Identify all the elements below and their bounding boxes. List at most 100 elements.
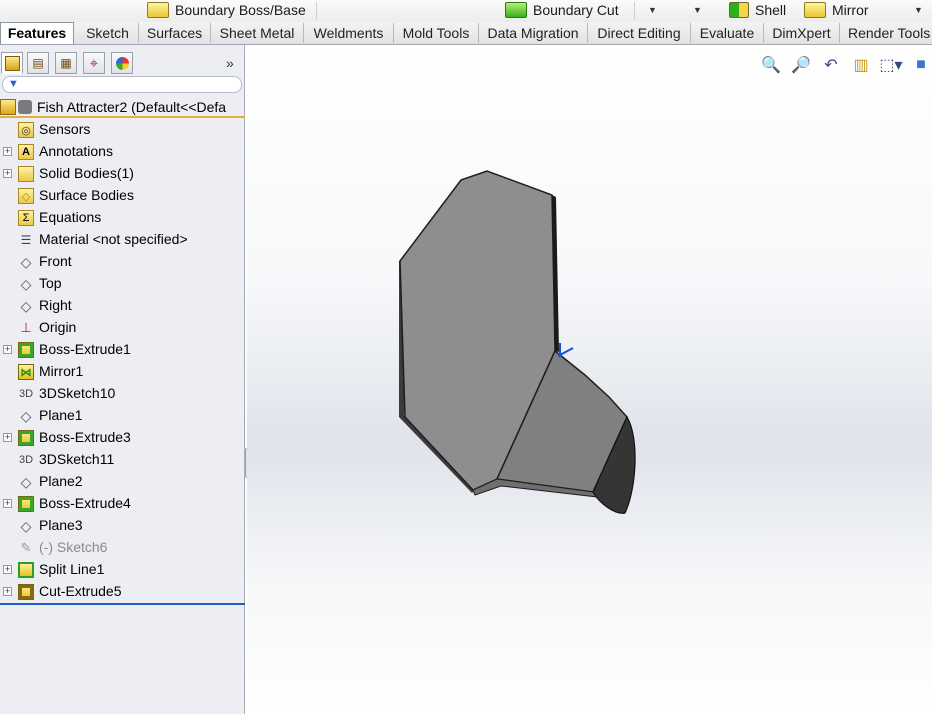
graphics-area[interactable]: 🔍 🔎 ↶ ▥ ⬚▾ ■: [247, 45, 932, 714]
tree-item-equations[interactable]: Σ Equations: [0, 207, 245, 229]
plane-icon: ◇: [20, 297, 32, 314]
tree-item-label: Boss-Extrude3: [39, 429, 131, 445]
tree-item-label: Top: [39, 275, 62, 291]
expand-icon[interactable]: +: [3, 147, 12, 156]
display-manager-icon: [115, 56, 129, 70]
tree-item-boss-extrude1[interactable]: + Boss-Extrude1: [0, 339, 245, 361]
boundary-cut-button[interactable]: Boundary Cut: [505, 0, 619, 20]
tree-filter-field[interactable]: ▼: [2, 76, 242, 93]
tree-item-label: Boss-Extrude1: [39, 341, 131, 357]
cut-extrude-icon: [18, 584, 34, 600]
filter-icon: ▼: [8, 78, 19, 90]
annotations-folder-icon: A: [18, 144, 34, 160]
feature-manager-icon: [4, 55, 20, 71]
3d-model[interactable]: [247, 45, 932, 714]
tree-item-mirror1[interactable]: ⋈ Mirror1: [0, 361, 245, 383]
tree-item-annotations[interactable]: + A Annotations: [0, 141, 245, 163]
tree-item-front[interactable]: ◇ Front: [0, 251, 245, 273]
command-divider: [316, 2, 317, 20]
mirror-button[interactable]: Mirror: [804, 0, 869, 20]
tab-mold-tools[interactable]: Mold Tools: [394, 23, 479, 43]
property-manager-icon: ▤: [32, 56, 44, 70]
tree-item-3dsketch10[interactable]: 3D 3DSketch10: [0, 383, 245, 405]
expand-icon[interactable]: +: [3, 587, 12, 596]
tree-item-plane1[interactable]: ◇ Plane1: [0, 405, 245, 427]
tree-item-surface-bodies[interactable]: ◇ Surface Bodies: [0, 185, 245, 207]
tree-item-3dsketch11[interactable]: 3D 3DSketch11: [0, 449, 245, 471]
tab-sheet-metal[interactable]: Sheet Metal: [211, 23, 304, 43]
tab-dimxpert[interactable]: DimXpert: [764, 23, 840, 43]
extrude-icon: [18, 496, 34, 512]
tree-item-label: 3DSketch11: [39, 451, 115, 467]
origin-triad-icon: [557, 343, 574, 358]
dropdown-arrow-icon[interactable]: ▼: [648, 0, 657, 20]
tree-item-label: Right: [39, 297, 72, 313]
property-manager-tab[interactable]: ▤: [27, 52, 49, 74]
history-icon: [18, 100, 32, 114]
tree-item-material[interactable]: ☰ Material <not specified>: [0, 229, 245, 251]
origin-icon: ⊥: [20, 320, 32, 335]
tree-item-cut-extrude5[interactable]: + Cut-Extrude5: [0, 581, 245, 603]
material-icon: ☰: [20, 233, 32, 247]
panel-tabs: ▤ ▦ ⌖ »: [0, 52, 245, 76]
tree-item-plane2[interactable]: ◇ Plane2: [0, 471, 245, 493]
tree-item-boss-extrude3[interactable]: + Boss-Extrude3: [0, 427, 245, 449]
tree-item-sketch6[interactable]: ✎ (-) Sketch6: [0, 537, 245, 559]
expand-icon[interactable]: +: [3, 169, 12, 178]
rollback-bar[interactable]: [0, 603, 245, 605]
tree-item-label: Sensors: [39, 121, 91, 137]
tree-item-right[interactable]: ◇ Right: [0, 295, 245, 317]
plane-icon: ◇: [20, 517, 32, 534]
tab-features[interactable]: Features: [0, 22, 74, 44]
expand-icon[interactable]: +: [3, 565, 12, 574]
tree-item-plane3[interactable]: ◇ Plane3: [0, 515, 245, 537]
dropdown-arrow-icon[interactable]: ▼: [914, 0, 923, 20]
tab-data-migration[interactable]: Data Migration: [479, 23, 588, 43]
boundary-boss-icon: [147, 2, 169, 18]
tree-item-boss-extrude4[interactable]: + Boss-Extrude4: [0, 493, 245, 515]
3d-sketch-icon: 3D: [18, 454, 34, 466]
configuration-manager-tab[interactable]: ▦: [55, 52, 77, 74]
expand-icon[interactable]: +: [3, 499, 12, 508]
tree-item-label: Origin: [39, 319, 77, 335]
part-root-node[interactable]: Fish Attracter2 (Default<<Defa: [0, 97, 245, 118]
tree-item-origin[interactable]: ⊥ Origin: [0, 317, 245, 339]
tree-item-sensors[interactable]: ◎ Sensors: [0, 119, 245, 141]
part-icon: [0, 99, 16, 115]
tab-direct-editing[interactable]: Direct Editing: [588, 23, 691, 43]
tree-item-solid-bodies[interactable]: + Solid Bodies(1): [0, 163, 245, 185]
command-divider: [634, 2, 635, 20]
shell-button[interactable]: Shell: [729, 0, 786, 20]
boundary-boss-label: Boundary Boss/Base: [175, 2, 306, 18]
feature-manager-tab[interactable]: [1, 52, 23, 74]
plane-icon: ◇: [20, 253, 32, 270]
tab-render-tools[interactable]: Render Tools: [840, 23, 932, 43]
plane-icon: ◇: [20, 473, 32, 490]
tree-item-label: Split Line1: [39, 561, 105, 577]
expand-panel-button[interactable]: »: [226, 55, 234, 71]
tab-surfaces[interactable]: Surfaces: [139, 23, 211, 43]
mirror-feature-icon: ⋈: [18, 364, 34, 380]
dimxpert-manager-tab[interactable]: ⌖: [83, 52, 105, 74]
command-manager-tabs: Features Sketch Surfaces Sheet Metal Wel…: [0, 22, 932, 45]
feature-tree: ◎ Sensors + A Annotations + Solid Bodies…: [0, 119, 245, 603]
dropdown-arrow-icon[interactable]: ▼: [693, 0, 702, 20]
tree-item-label: Material <not specified>: [39, 231, 188, 247]
boundary-cut-label: Boundary Cut: [533, 2, 619, 18]
tab-evaluate[interactable]: Evaluate: [691, 23, 764, 43]
dimxpert-icon: ⌖: [89, 54, 99, 72]
expand-icon[interactable]: +: [3, 345, 12, 354]
display-manager-tab[interactable]: [111, 52, 133, 74]
tree-item-split-line1[interactable]: + Split Line1: [0, 559, 245, 581]
surface-bodies-folder-icon: ◇: [18, 188, 34, 204]
boundary-boss-base-button[interactable]: Boundary Boss/Base: [147, 0, 306, 20]
tree-item-label: Plane1: [39, 407, 83, 423]
tab-sketch[interactable]: Sketch: [77, 23, 139, 43]
expand-icon[interactable]: +: [3, 433, 12, 442]
command-strip: Boundary Boss/Base Boundary Cut ▼ ▼ Shel…: [0, 0, 932, 23]
tab-weldments[interactable]: Weldments: [304, 23, 394, 43]
tree-item-top[interactable]: ◇ Top: [0, 273, 245, 295]
mirror-icon: [804, 2, 826, 18]
shell-label: Shell: [755, 2, 787, 18]
solid-bodies-folder-icon: [18, 166, 34, 182]
